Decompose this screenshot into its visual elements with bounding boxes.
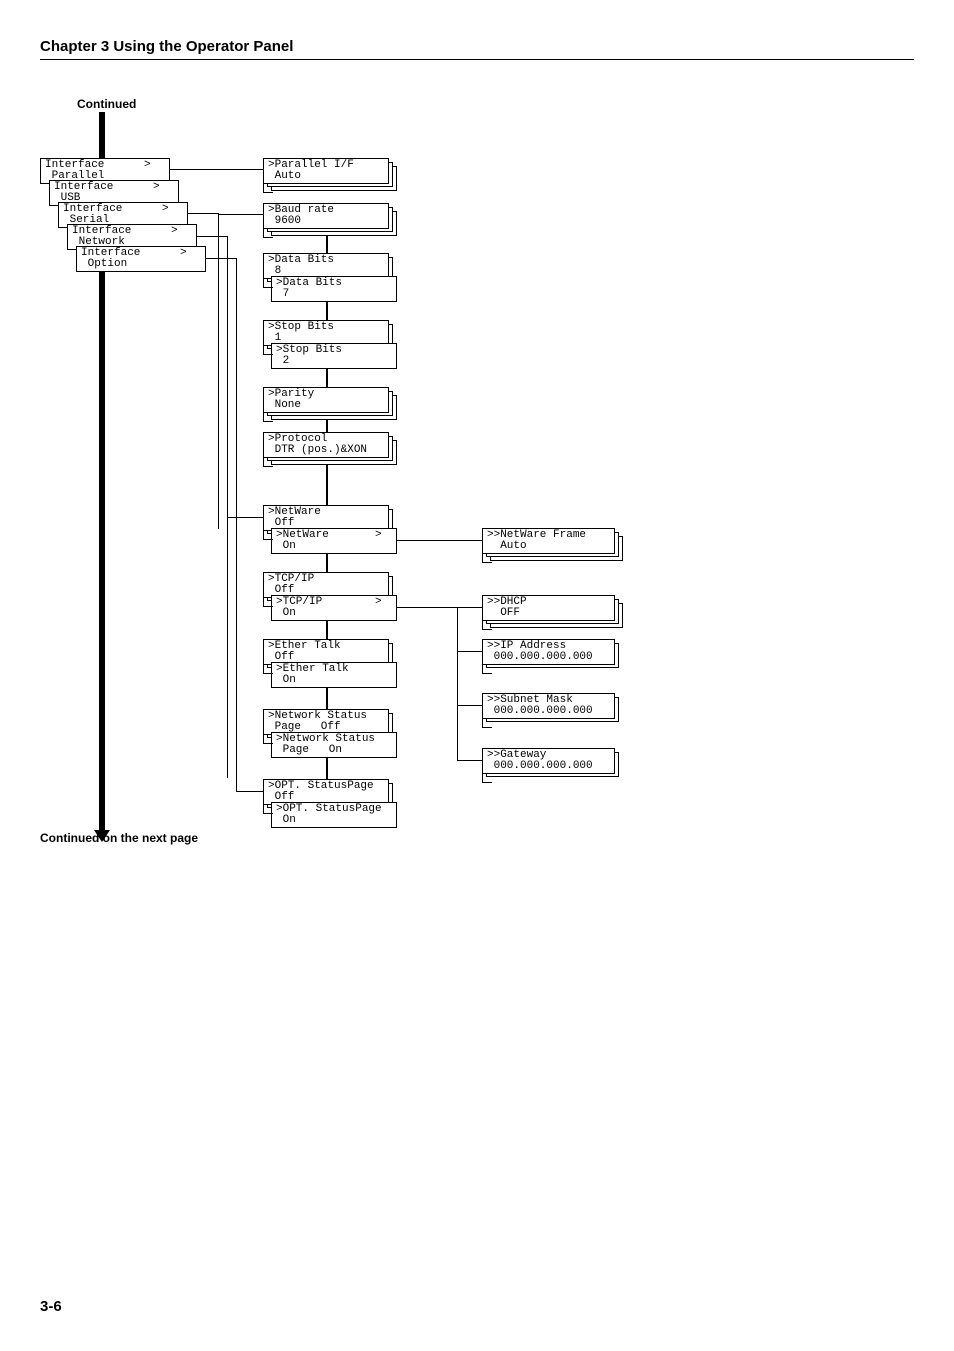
box-ip-address: >>IP Address 000.000.000.000: [482, 639, 615, 665]
continued-next-label: Continued on the next page: [40, 831, 198, 845]
box-subnet-mask: >>Subnet Mask 000.000.000.000: [482, 693, 615, 719]
menu-diagram: Interface > Parallel Interface > USB Int…: [40, 108, 740, 848]
box-tcpip-on: >TCP/IP > On: [271, 595, 397, 621]
box-parity: >Parity None: [263, 387, 389, 413]
box-netware-on: >NetWare > On: [271, 528, 397, 554]
box-ethertalk-on: >Ether Talk On: [271, 662, 397, 688]
page-number: 3-6: [40, 1298, 62, 1315]
box-baud-rate: >Baud rate 9600: [263, 203, 389, 229]
box-netware-frame: >>NetWare Frame Auto: [482, 528, 615, 554]
box-parallel-if: >Parallel I/F Auto: [263, 158, 389, 184]
box-interface-option: Interface > Option: [76, 246, 206, 272]
box-netstatus-on: >Network Status Page On: [271, 732, 397, 758]
box-optstatus-on: >OPT. StatusPage On: [271, 802, 397, 828]
box-dhcp: >>DHCP OFF: [482, 595, 615, 621]
box-protocol: >Protocol DTR (pos.)&XON: [263, 432, 389, 458]
box-gateway: >>Gateway 000.000.000.000: [482, 748, 615, 774]
box-data-bits-7: >Data Bits 7: [271, 276, 397, 302]
chapter-header: Chapter 3 Using the Operator Panel: [40, 38, 914, 60]
box-stop-bits-2: >Stop Bits 2: [271, 343, 397, 369]
